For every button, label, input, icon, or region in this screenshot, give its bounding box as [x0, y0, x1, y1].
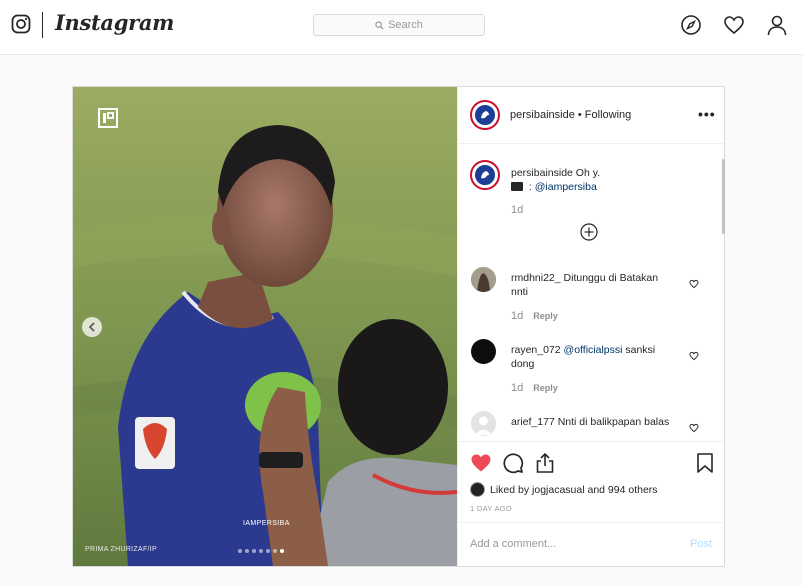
comment-username[interactable]: arief_177 [511, 416, 555, 428]
comment-text: rmdhni22_ Ditunggu di Batakan nnti [511, 271, 676, 299]
share-icon [536, 452, 554, 473]
following-button[interactable]: Following [585, 109, 631, 121]
post-sidebar: persibainside • Following ••• persibains… [457, 87, 726, 566]
heart-icon [689, 351, 699, 361]
carousel-indicator [238, 549, 284, 553]
plus-circle-icon [580, 223, 598, 241]
search-input[interactable]: Search [313, 14, 485, 36]
reply-button[interactable]: Reply [533, 383, 558, 393]
commenter-avatar[interactable] [471, 411, 496, 436]
photo-credit: PRIMA ZHURIZAF/IP [85, 546, 157, 553]
photo-watermark: IAMPERSIBA [243, 520, 290, 527]
post-card: IAMPERSIBA PRIMA ZHURIZAF/IP persibainsi… [72, 86, 726, 567]
liker-avatar[interactable] [470, 482, 485, 497]
like-button[interactable] [470, 452, 492, 474]
search-placeholder: Search [388, 19, 423, 31]
carousel-dot [259, 549, 263, 553]
comments-list[interactable]: persibainside Oh y. : @iampersiba 1d rmd… [458, 145, 726, 441]
caption-body: Oh y. [575, 167, 601, 179]
more-options-button[interactable]: ••• [698, 106, 716, 122]
compass-icon[interactable] [680, 14, 702, 36]
caption-text: persibainside Oh y. : @iampersiba [511, 166, 600, 194]
likes-prefix: Liked by [490, 483, 530, 496]
author-username[interactable]: persibainside [510, 109, 575, 121]
instagram-wordmark[interactable]: Instagram [55, 10, 174, 35]
carousel-dot [252, 549, 256, 553]
post-date[interactable]: 1 DAY AGO [470, 504, 512, 513]
caption-avatar[interactable] [470, 160, 500, 190]
comment-time[interactable]: 1d [511, 310, 523, 322]
commenter-avatar[interactable] [471, 339, 496, 364]
comment-meta: 1d Reply [511, 310, 558, 322]
post-header: persibainside • Following ••• [458, 87, 726, 144]
nav-divider [42, 12, 43, 38]
top-navigation: Instagram Search [0, 0, 803, 55]
carousel-dot-active [280, 549, 284, 553]
instagram-icon[interactable] [11, 14, 31, 34]
comment-username[interactable]: rayen_072 [511, 344, 561, 356]
comment-mention[interactable]: @officialpssi [564, 344, 623, 356]
search-icon [375, 20, 384, 30]
reply-button[interactable]: Reply [533, 311, 558, 321]
chevron-left-icon [88, 322, 95, 332]
post-header-text: persibainside • Following [510, 109, 631, 121]
photo-logo-icon [98, 108, 118, 128]
heart-filled-icon [471, 454, 491, 472]
comment-text: arief_177 Nnti di balikpapan balas [511, 415, 676, 429]
carousel-prev-button[interactable] [82, 317, 102, 337]
heart-icon [689, 423, 699, 433]
comment-meta: 1d Reply [511, 382, 558, 394]
clapperboard-icon [511, 182, 523, 191]
comment-body: Nnti di balikpapan balas [557, 416, 670, 428]
liker-username[interactable]: jogjacasual [532, 484, 585, 496]
comment-text: rayen_072 @officialpssi sanksi dong [511, 343, 676, 371]
caption-username[interactable]: persibainside [511, 167, 573, 179]
author-avatar[interactable] [470, 100, 500, 130]
comment-username[interactable]: rmdhni22_ [511, 272, 561, 284]
caption-time[interactable]: 1d [511, 204, 523, 216]
comments-scrollbar[interactable] [722, 159, 725, 234]
carousel-dot [238, 549, 242, 553]
comment-bubble-icon [503, 453, 524, 474]
likes-others[interactable]: and 994 others [588, 484, 658, 496]
comment-like-button[interactable] [689, 348, 699, 361]
comment-time[interactable]: 1d [511, 382, 523, 394]
add-comment-bar: Post [458, 522, 726, 566]
carousel-dot [245, 549, 249, 553]
post-photo[interactable]: IAMPERSIBA PRIMA ZHURIZAF/IP [73, 87, 457, 566]
caption-mention[interactable]: @iampersiba [535, 181, 597, 193]
post-actions: Liked by jogjacasual and 994 others 1 DA… [458, 441, 726, 566]
carousel-dot [266, 549, 270, 553]
comment-like-button[interactable] [689, 276, 699, 289]
add-comment-input[interactable] [470, 535, 670, 553]
caption-line2-prefix: : [526, 181, 535, 193]
bookmark-icon [697, 453, 713, 473]
heart-icon[interactable] [723, 14, 745, 36]
profile-icon[interactable] [766, 14, 788, 36]
comment-button[interactable] [502, 452, 524, 474]
carousel-dot [273, 549, 277, 553]
share-button[interactable] [534, 452, 556, 474]
post-comment-button[interactable]: Post [690, 538, 712, 550]
save-button[interactable] [694, 452, 716, 474]
header-separator: • [574, 109, 585, 121]
likes-summary: Liked by jogjacasual and 994 others [470, 482, 658, 497]
heart-icon [689, 279, 699, 289]
photo-scene [73, 87, 457, 566]
commenter-avatar[interactable] [471, 267, 496, 292]
load-more-comments-button[interactable] [580, 223, 598, 241]
comment-like-button[interactable] [689, 420, 699, 433]
